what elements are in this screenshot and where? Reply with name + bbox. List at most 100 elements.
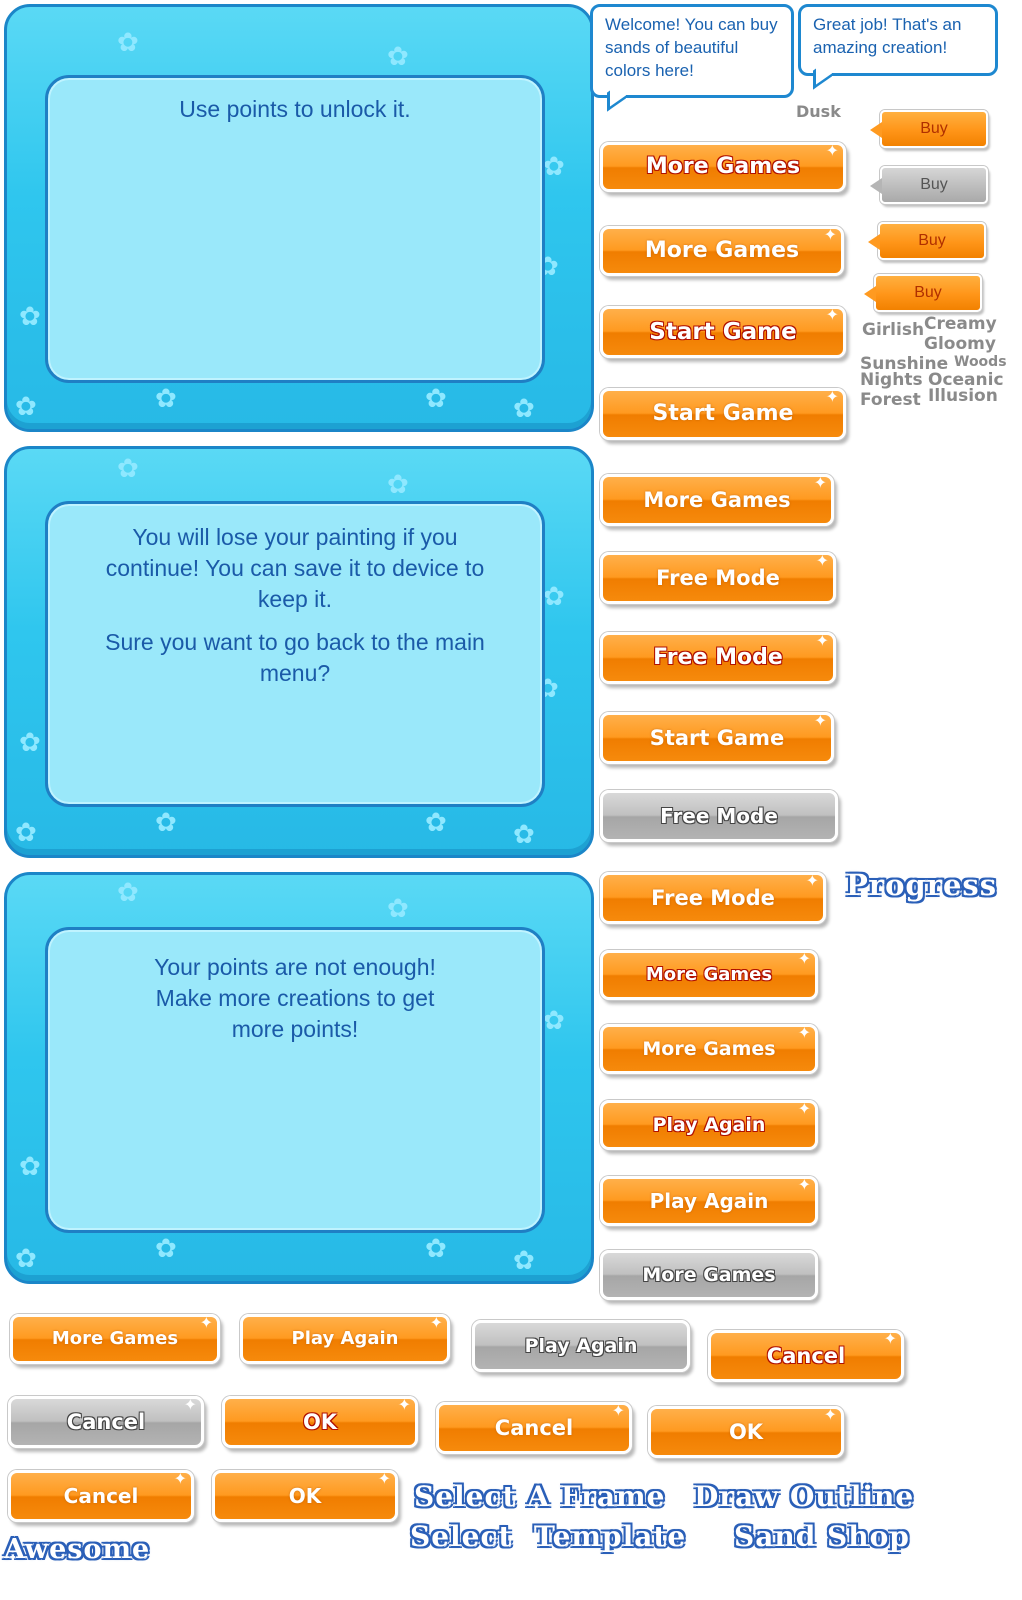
flower-icon: ✿ [19, 727, 41, 757]
free-mode-button[interactable]: Free Mode ✦ [600, 552, 836, 604]
dialog-unlock: ✿ ✿ ✿ ✿ ✿ ✿ ✿ ✿ ✿ Use points to unlock i… [4, 4, 594, 432]
more-games-button-disabled[interactable]: More Games [600, 1250, 818, 1300]
flower-icon: ✿ [15, 1243, 37, 1273]
flower-icon: ✿ [425, 807, 447, 837]
great-job-bubble-text: Great job! That's an amazing creation! [813, 15, 962, 57]
flower-icon: ✿ [117, 877, 139, 907]
sparkle-icon: ✦ [823, 225, 837, 244]
progress-title: Progress [846, 868, 998, 902]
palette-girlish[interactable]: Girlish [862, 320, 924, 340]
sparkle-icon: ✦ [429, 1313, 443, 1332]
sparkle-icon: ✦ [815, 551, 829, 570]
ok-button[interactable]: OK ✦ [212, 1470, 398, 1522]
ok-button[interactable]: OK ✦ [648, 1406, 844, 1458]
flower-icon: ✿ [543, 581, 565, 611]
buy-button[interactable]: Buy [870, 110, 988, 148]
cancel-button[interactable]: Cancel ✦ [436, 1402, 632, 1454]
draw-outline-title: Draw Outline [694, 1480, 915, 1513]
buy-button[interactable]: Buy [868, 222, 986, 260]
great-job-bubble: Great job! That's an amazing creation! [798, 4, 998, 90]
buy-button-disabled[interactable]: Buy [870, 166, 988, 204]
dialog-question: Sure you want to go back to the main men… [105, 629, 485, 686]
sparkle-icon: ✦ [797, 1023, 811, 1042]
more-games-button[interactable]: More Games ✦ [600, 950, 818, 1000]
palette-woods[interactable]: Woods [954, 354, 1007, 370]
palette-nights[interactable]: Nights [860, 370, 923, 390]
sand-shop-title: Sand Shop [734, 1520, 910, 1553]
flower-icon: ✿ [15, 817, 37, 847]
flower-icon: ✿ [117, 453, 139, 483]
flower-icon: ✿ [387, 41, 409, 71]
sparkle-icon: ✦ [377, 1469, 391, 1488]
flower-icon: ✿ [513, 1245, 535, 1275]
free-mode-button[interactable]: Free Mode ✦ [600, 872, 826, 924]
flower-icon: ✿ [155, 383, 177, 413]
play-again-button-disabled[interactable]: Play Again [472, 1320, 690, 1372]
sparkle-icon: ✦ [797, 1099, 811, 1118]
more-games-button[interactable]: More Games ✦ [600, 474, 834, 526]
flower-icon: ✿ [425, 383, 447, 413]
flower-icon: ✿ [425, 1233, 447, 1263]
awesome-title: Awesome [4, 1534, 151, 1565]
sparkle-icon: ✦ [815, 631, 829, 650]
dialog-message: Your points are not enough! Make more cr… [154, 954, 436, 1042]
flower-icon: ✿ [117, 27, 139, 57]
more-games-button[interactable]: More Games ✦ [600, 1024, 818, 1074]
more-games-button[interactable]: More Games ✦ [10, 1314, 220, 1364]
more-games-button[interactable]: More Games ✦ [600, 142, 846, 192]
play-again-button[interactable]: Play Again ✦ [600, 1176, 818, 1226]
palette-dusk[interactable]: Dusk [796, 102, 841, 121]
free-mode-button[interactable]: Free Mode ✦ [600, 632, 836, 684]
dialog-not-enough-points: ✿ ✿ ✿ ✿ ✿ ✿ ✿ ✿ Your points are not enou… [4, 872, 594, 1284]
sparkle-icon: ✦ [823, 1405, 837, 1424]
flower-icon: ✿ [543, 151, 565, 181]
sparkle-icon: ✦ [797, 949, 811, 968]
bubble-tail [607, 79, 626, 112]
flower-icon: ✿ [19, 301, 41, 331]
flower-icon: ✿ [513, 819, 535, 849]
free-mode-button-disabled[interactable]: Free Mode [600, 790, 838, 842]
ok-button[interactable]: OK ✦ [222, 1396, 418, 1448]
sparkle-icon: ✦ [825, 305, 839, 324]
palette-forest[interactable]: Forest [860, 390, 921, 410]
sparkle-icon: ✦ [797, 1175, 811, 1194]
start-game-button[interactable]: Start Game ✦ [600, 306, 846, 358]
sparkle-icon: ✦ [397, 1395, 411, 1414]
start-game-button[interactable]: Start Game ✦ [600, 388, 846, 440]
flower-icon: ✿ [387, 469, 409, 499]
palette-illusion[interactable]: Illusion [928, 386, 998, 406]
buy-button[interactable]: Buy [864, 274, 982, 312]
flower-icon: ✿ [543, 1005, 565, 1035]
cancel-button[interactable]: Cancel ✦ [708, 1330, 904, 1382]
palette-creamy[interactable]: Creamy [924, 314, 997, 334]
flower-icon: ✿ [15, 391, 37, 421]
sparkle-icon: ✦ [183, 1395, 197, 1414]
flower-icon: ✿ [155, 1233, 177, 1263]
dialog-message-box: You will lose your painting if you conti… [45, 501, 545, 807]
flower-icon: ✿ [155, 807, 177, 837]
bubble-tail [813, 57, 832, 90]
dialog-back-to-menu: ✿ ✿ ✿ ✿ ✿ ✿ ✿ ✿ ✿ You will lose your pai… [4, 446, 594, 858]
select-template-title: Select Template [410, 1520, 687, 1553]
play-again-button[interactable]: Play Again ✦ [240, 1314, 450, 1364]
sparkle-icon: ✦ [825, 141, 839, 160]
sparkle-icon: ✦ [199, 1313, 213, 1332]
cancel-button-disabled[interactable]: Cancel ✦ [8, 1396, 204, 1448]
dialog-message: Use points to unlock it. [179, 96, 411, 122]
dialog-message: You will lose your painting if you conti… [105, 524, 485, 612]
sparkle-icon: ✦ [883, 1329, 897, 1348]
palette-gloomy[interactable]: Gloomy [924, 334, 996, 354]
sparkle-icon: ✦ [805, 871, 819, 890]
sparkle-icon: ✦ [813, 711, 827, 730]
dialog-message-box: Use points to unlock it. [45, 75, 545, 383]
welcome-bubble-text: Welcome! You can buy sands of beautiful … [605, 15, 778, 80]
start-game-button[interactable]: Start Game ✦ [600, 712, 834, 764]
select-a-frame-title: Select A Frame [414, 1480, 666, 1513]
welcome-bubble: Welcome! You can buy sands of beautiful … [590, 4, 794, 112]
flower-icon: ✿ [19, 1151, 41, 1181]
dialog-message-box: Your points are not enough! Make more cr… [45, 927, 545, 1233]
more-games-button[interactable]: More Games ✦ [600, 226, 844, 276]
sparkle-icon: ✦ [173, 1469, 187, 1488]
play-again-button[interactable]: Play Again ✦ [600, 1100, 818, 1150]
cancel-button[interactable]: Cancel ✦ [8, 1470, 194, 1522]
